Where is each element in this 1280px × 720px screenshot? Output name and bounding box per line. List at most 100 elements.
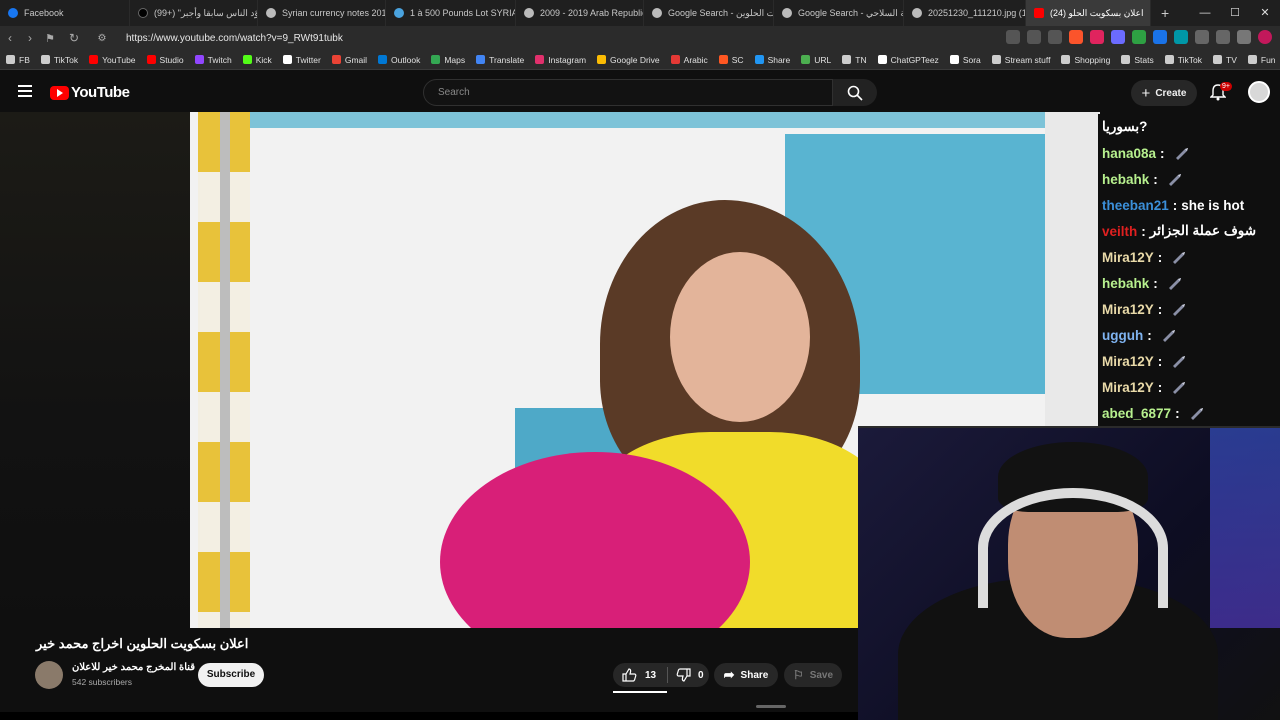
minimize-button[interactable]: —	[1190, 0, 1220, 26]
bookmark-tiktok[interactable]: TikTok	[40, 55, 78, 65]
search-input[interactable]: Search	[423, 79, 833, 106]
extensions-icon[interactable]	[1195, 30, 1209, 44]
chat-username[interactable]: Mira12Y	[1102, 250, 1154, 265]
maximize-button[interactable]: ☐	[1220, 0, 1250, 26]
bookmark-maps[interactable]: Maps	[431, 55, 465, 65]
bookmark-shopping[interactable]: Shopping	[1061, 55, 1110, 65]
bookmark-stats[interactable]: Stats	[1121, 55, 1154, 65]
green-ext-icon[interactable]	[1132, 30, 1146, 44]
menu-icon[interactable]	[18, 85, 32, 97]
channel-avatar[interactable]	[35, 661, 63, 689]
bookmark-sc[interactable]: SC	[718, 55, 744, 65]
forward-button[interactable]: ›	[20, 31, 40, 45]
blue-ext-icon[interactable]	[1153, 30, 1167, 44]
bookmark-arabic[interactable]: Arabic	[670, 55, 708, 65]
chat-username[interactable]: hana08a	[1102, 146, 1156, 161]
create-button[interactable]: + Create	[1131, 80, 1197, 106]
x-icon	[282, 55, 292, 64]
cast-icon[interactable]	[1006, 30, 1020, 44]
chat-username[interactable]: veilth	[1102, 224, 1137, 239]
bookmark-gmail[interactable]: Gmail	[331, 55, 367, 65]
brave-shield-icon[interactable]	[1069, 30, 1083, 44]
tab-tiktok[interactable]: (99+) "مؤد الناس سابقا وأجبر	[130, 0, 258, 26]
maps-icon	[431, 55, 441, 64]
emote-icon	[1166, 275, 1184, 291]
bookmark-fun[interactable]: Fun	[1247, 55, 1276, 65]
chat-username[interactable]: Mira12Y	[1102, 302, 1154, 317]
dislike-button[interactable]: 0	[668, 667, 704, 683]
site-info-icon[interactable]: ⚙	[92, 33, 112, 44]
bookmark-stream-stuff[interactable]: Stream stuff	[991, 55, 1050, 65]
tab-image[interactable]: 20251230_111210.jpg (1376	[904, 0, 1026, 26]
chat-username[interactable]: hebahk	[1102, 276, 1149, 291]
chat-separator: :	[1157, 301, 1163, 317]
notification-badge: 9+	[1220, 82, 1232, 91]
share-icon[interactable]	[1048, 30, 1062, 44]
chat-username[interactable]: theeban21	[1102, 198, 1169, 213]
emote-icon	[1170, 249, 1188, 265]
scroll-indicator	[756, 705, 786, 708]
bookmark-share[interactable]: Share	[754, 55, 790, 65]
bookmark-tiktok[interactable]: TikTok	[1164, 55, 1202, 65]
like-button[interactable]: 13	[613, 667, 667, 683]
address-bar: ‹ › ⚑ ↻ ⚙ https://www.youtube.com/watch?…	[0, 26, 1280, 50]
profile-ext-icon[interactable]	[1258, 30, 1272, 44]
tab-youtube-active[interactable]: (24) اعلان بسكويت الحلو✕	[1026, 0, 1151, 26]
bookmark-kick[interactable]: Kick	[242, 55, 272, 65]
zoom-icon[interactable]	[1027, 30, 1041, 44]
youtube-logo[interactable]: YouTube	[50, 84, 130, 101]
save-button[interactable]: ⚐ Save	[784, 663, 842, 687]
bookmark-url[interactable]: URL	[801, 55, 831, 65]
search-button[interactable]	[833, 79, 877, 106]
bookmark-google-drive[interactable]: Google Drive	[597, 55, 660, 65]
tab-syrian-currency[interactable]: Syrian currency notes 2010	[258, 0, 386, 26]
bookmark-sora[interactable]: Sora	[949, 55, 981, 65]
bookmark-twitch[interactable]: Twitch	[194, 55, 232, 65]
subscribe-button[interactable]: Subscribe	[198, 663, 264, 687]
sidebar-icon[interactable]	[1216, 30, 1230, 44]
chat-message: hebahk:	[1098, 166, 1280, 192]
thumbs-down-icon	[676, 668, 691, 682]
close-window-button[interactable]: ✕	[1250, 0, 1280, 26]
bookmark-tv[interactable]: TV	[1213, 55, 1237, 65]
chat-username[interactable]: Mira12Y	[1102, 380, 1154, 395]
instagram-icon	[535, 55, 545, 64]
bookmark-tn[interactable]: TN	[842, 55, 867, 65]
google-icon	[782, 8, 792, 18]
translate-ext-icon[interactable]	[1111, 30, 1125, 44]
chat-username[interactable]: hebahk	[1102, 172, 1149, 187]
chat-username[interactable]: Mira12Y	[1102, 354, 1154, 369]
media-icon[interactable]	[1237, 30, 1251, 44]
bookmark-instagram[interactable]: Instagram	[535, 55, 586, 65]
new-tab-button[interactable]: +	[1151, 5, 1179, 21]
tab-google-search-1[interactable]: Google Search - بسكوت الحلوين	[644, 0, 774, 26]
bookmark-outlook[interactable]: Outlook	[378, 55, 420, 65]
cyan-ext-icon[interactable]	[1174, 30, 1188, 44]
page-icon	[524, 8, 534, 18]
chat-separator: :	[1157, 379, 1163, 395]
thumbs-up-icon	[622, 668, 637, 682]
bookmark-fb[interactable]: FB	[6, 55, 30, 65]
tab-pounds-lot[interactable]: 1 à 500 Pounds Lot SYRIA 19	[386, 0, 516, 26]
back-button[interactable]: ‹	[0, 31, 20, 45]
tiktok-icon	[138, 8, 148, 18]
avatar[interactable]	[1248, 81, 1270, 103]
bookmark-twitter[interactable]: Twitter	[282, 55, 321, 65]
tab-google-search-2[interactable]: Google Search - نجمة السلاحي	[774, 0, 904, 26]
bookmark-studio[interactable]: Studio	[146, 55, 184, 65]
brave-rewards-icon[interactable]	[1090, 30, 1104, 44]
bookmark-translate[interactable]: Translate	[476, 55, 524, 65]
chat-username[interactable]: ugguh	[1102, 328, 1143, 343]
reload-button[interactable]: ↻	[64, 31, 84, 45]
bookmark-youtube[interactable]: YouTube	[89, 55, 136, 65]
tab-facebook[interactable]: Facebook	[0, 0, 130, 26]
chat-username[interactable]: abed_6877	[1102, 406, 1171, 421]
share-button[interactable]: ➦ Share	[714, 663, 778, 687]
bookmark-chatgpteez[interactable]: ChatGPTeez	[877, 55, 939, 65]
tab-arab-republic[interactable]: 2009 - 2019 Arab Republic S	[516, 0, 644, 26]
emote-icon	[1170, 353, 1188, 369]
url-input[interactable]: https://www.youtube.com/watch?v=9_RWt91t…	[126, 33, 343, 44]
bookmark-icon[interactable]: ⚑	[40, 32, 60, 45]
folder-icon	[1247, 55, 1257, 64]
channel-name[interactable]: قناة المخرج محمد خير للاعلان	[72, 662, 195, 673]
